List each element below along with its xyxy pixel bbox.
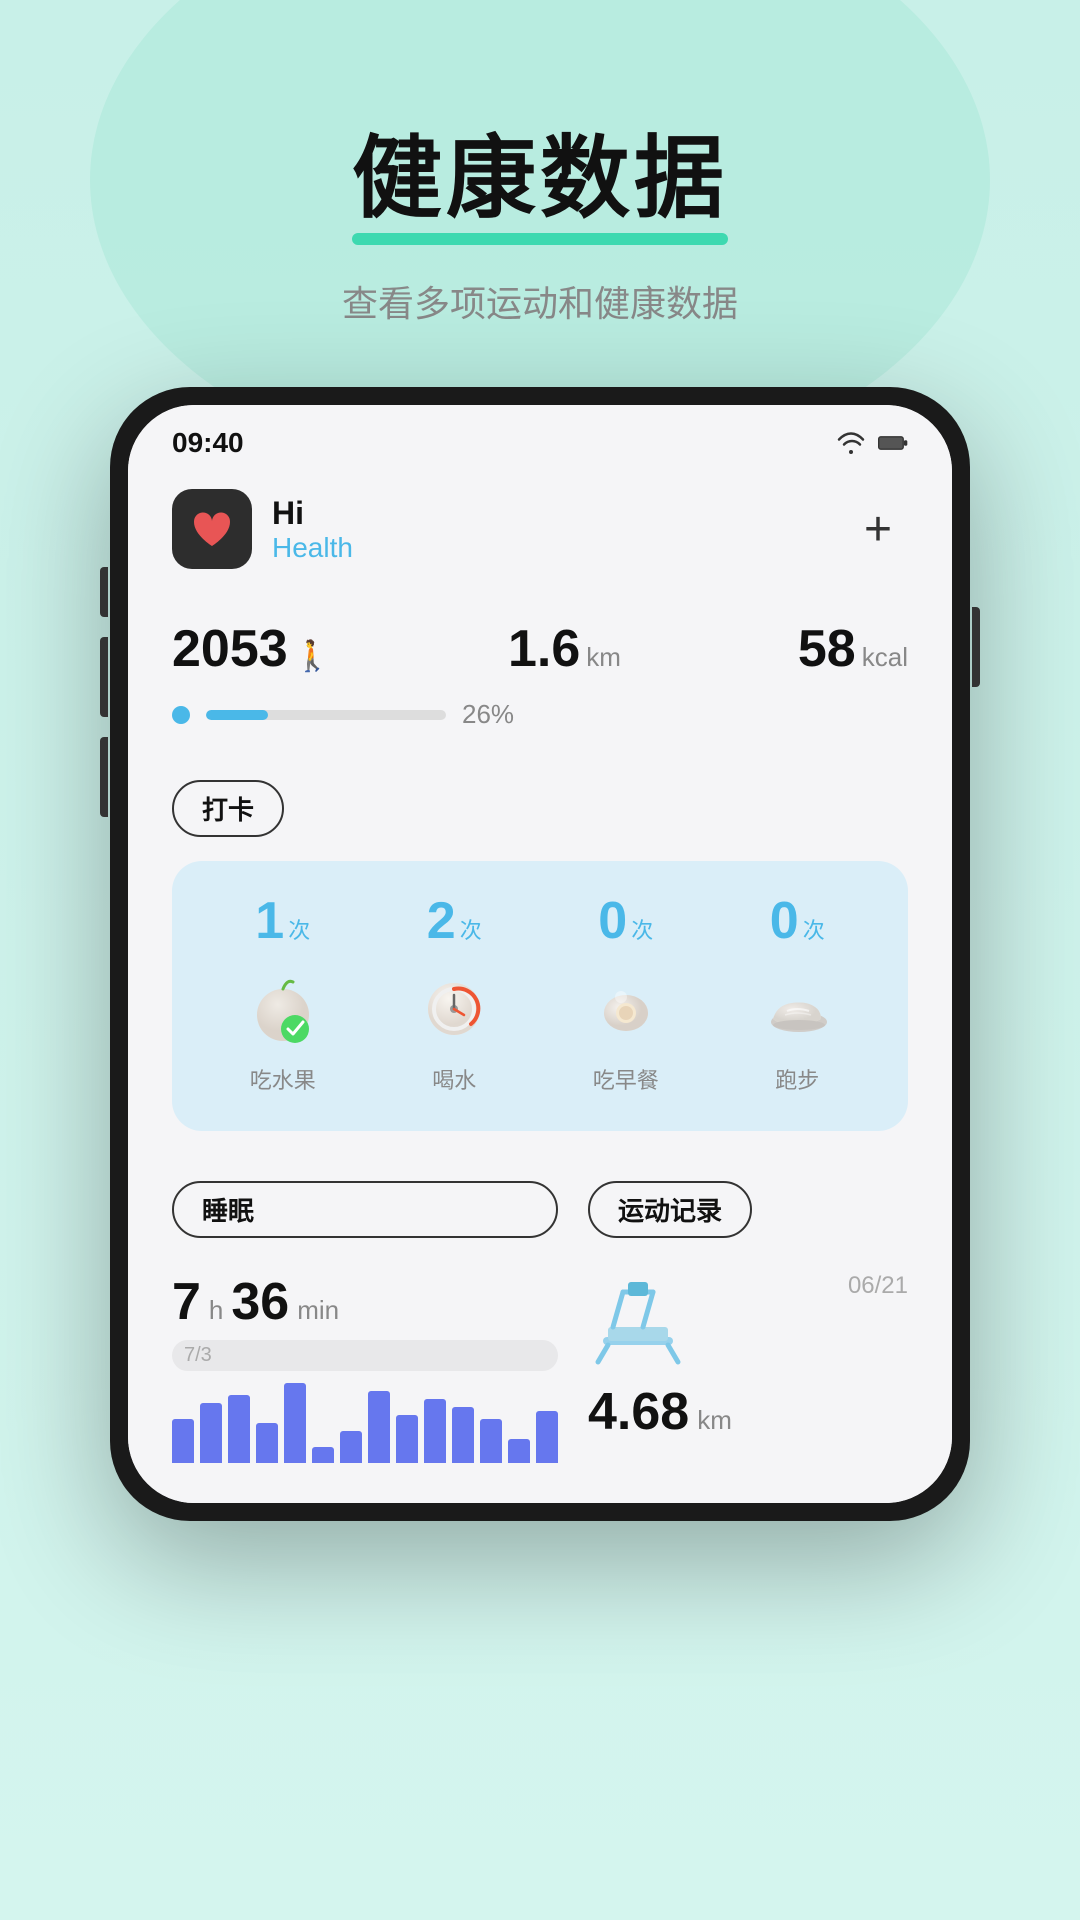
sleep-minutes-unit: min <box>297 1295 339 1326</box>
sleep-bar <box>396 1415 418 1463</box>
silent-button <box>100 737 108 817</box>
checkin-item-run[interactable]: 0 次 <box>717 891 879 1095</box>
steps-icon: 🚶 <box>294 639 331 674</box>
run-count: 0 <box>770 891 799 951</box>
water-unit: 次 <box>460 913 482 945</box>
add-button[interactable]: + <box>848 499 908 559</box>
sleep-bar <box>536 1411 558 1463</box>
sleep-tag[interactable]: 睡眠 <box>172 1181 558 1238</box>
app-logo-area: Hi Health <box>172 489 353 569</box>
breakfast-unit: 次 <box>631 913 653 945</box>
sleep-bar <box>312 1447 334 1463</box>
progress-bar-fill <box>206 710 268 720</box>
app-health-text: Health <box>272 532 353 564</box>
status-bar: 09:40 <box>128 405 952 469</box>
distance-unit: km <box>586 642 621 673</box>
progress-dot <box>172 706 190 724</box>
sleep-bar <box>452 1407 474 1463</box>
app-header: Hi Health + <box>172 489 908 569</box>
fruit-count: 1 <box>255 891 284 951</box>
volume-down-button <box>100 637 108 717</box>
stats-row: 2053 🚶 1.6 km 58 kcal <box>172 619 908 679</box>
distance-stat[interactable]: 1.6 km <box>508 619 621 679</box>
fruit-unit: 次 <box>288 913 310 945</box>
app-icon[interactable] <box>172 489 252 569</box>
phone-frame: 09:40 <box>110 387 970 1521</box>
sleep-chart <box>172 1383 558 1463</box>
water-count: 2 <box>427 891 456 951</box>
sleep-hours: 7 <box>172 1272 201 1332</box>
sleep-bar <box>508 1439 530 1463</box>
calories-stat[interactable]: 58 kcal <box>798 619 908 679</box>
run-count-row: 0 次 <box>770 891 825 951</box>
progress-bar-bg <box>206 710 446 720</box>
subtitle: 查看多项运动和健康数据 <box>0 275 1080 327</box>
exercise-distance: 4.68 <box>588 1382 689 1442</box>
breakfast-count: 0 <box>598 891 627 951</box>
sleep-section: 睡眠 7 h 36 min 7/3 <box>172 1181 558 1463</box>
volume-up-button <box>100 567 108 617</box>
water-count-row: 2 次 <box>427 891 482 951</box>
exercise-section: 运动记录 <box>588 1181 908 1463</box>
run-label: 跑步 <box>775 1063 819 1095</box>
fruit-count-row: 1 次 <box>255 891 310 951</box>
sleep-bar <box>228 1395 250 1463</box>
exercise-tag[interactable]: 运动记录 <box>588 1181 752 1238</box>
app-name-area: Hi Health <box>272 494 353 564</box>
checkin-item-water[interactable]: 2 次 <box>374 891 536 1095</box>
wifi-icon <box>836 432 866 454</box>
status-time: 09:40 <box>172 427 244 459</box>
progress-area: 26% <box>172 699 908 730</box>
sleep-bar <box>284 1383 306 1463</box>
run-unit: 次 <box>803 913 825 945</box>
app-hi-text: Hi <box>272 494 353 532</box>
bottom-section: 睡眠 7 h 36 min 7/3 <box>172 1181 908 1463</box>
phone-wrapper: 09:40 <box>0 387 1080 1521</box>
steps-value: 2053 <box>172 619 288 679</box>
sleep-bar <box>340 1431 362 1463</box>
battery-icon <box>878 432 908 454</box>
distance-value: 1.6 <box>508 619 580 679</box>
sleep-bar <box>256 1423 278 1463</box>
water-icon <box>414 967 494 1047</box>
power-button <box>972 607 980 687</box>
sleep-hours-unit: h <box>209 1295 223 1326</box>
exercise-distance-unit: km <box>697 1405 732 1436</box>
calories-unit: kcal <box>862 642 908 673</box>
status-icons <box>836 432 908 454</box>
breakfast-label: 吃早餐 <box>593 1063 659 1095</box>
water-label: 喝水 <box>432 1063 476 1095</box>
sleep-stats: 7 h 36 min <box>172 1272 558 1332</box>
title-underline <box>352 233 728 245</box>
breakfast-count-row: 0 次 <box>598 891 653 951</box>
sleep-bar <box>172 1419 194 1463</box>
sleep-bar <box>424 1399 446 1463</box>
checkin-grid: 1 次 <box>202 891 878 1095</box>
treadmill-icon <box>588 1272 698 1372</box>
app-content: Hi Health + 2053 🚶 1.6 km <box>128 469 952 1503</box>
checkin-item-breakfast[interactable]: 0 次 <box>545 891 707 1095</box>
sleep-bar <box>480 1419 502 1463</box>
checkin-item-fruit[interactable]: 1 次 <box>202 891 364 1095</box>
progress-text: 26% <box>462 699 514 730</box>
fruit-label: 吃水果 <box>250 1063 316 1095</box>
steps-stat[interactable]: 2053 🚶 <box>172 619 331 679</box>
sleep-goal-tag: 7/3 <box>172 1340 558 1371</box>
heart-icon-svg <box>190 509 234 549</box>
calories-value: 58 <box>798 619 856 679</box>
checkin-tag[interactable]: 打卡 <box>172 780 284 837</box>
main-title: 健康数据 <box>352 130 728 229</box>
sleep-bar <box>200 1403 222 1463</box>
sleep-minutes: 36 <box>231 1272 289 1332</box>
exercise-date: 06/21 <box>848 1272 908 1300</box>
checkin-card: 1 次 <box>172 861 908 1131</box>
fruit-icon <box>243 967 323 1047</box>
phone-screen: 09:40 <box>128 405 952 1503</box>
sleep-bar <box>368 1391 390 1463</box>
run-icon <box>757 967 837 1047</box>
breakfast-icon <box>586 967 666 1047</box>
header-section: 健康数据 查看多项运动和健康数据 <box>0 0 1080 387</box>
